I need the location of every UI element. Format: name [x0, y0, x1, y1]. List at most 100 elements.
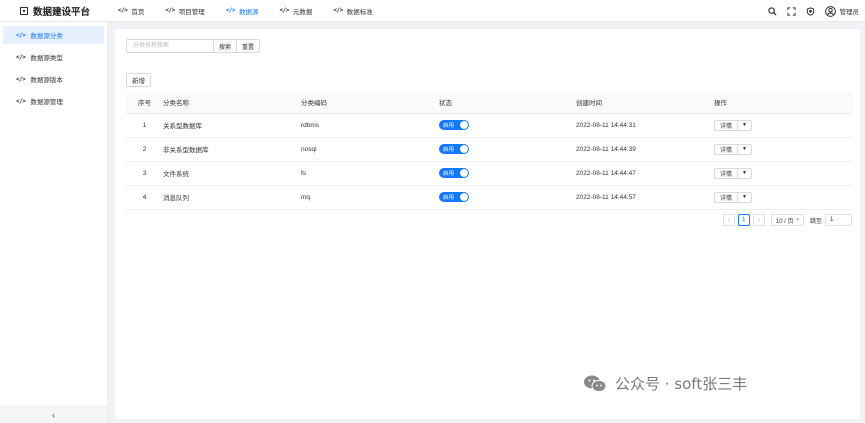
page-number-button[interactable]: 1 [737, 214, 750, 226]
created-time: 2022-08-11 14:44:57 [576, 185, 714, 210]
status-label: 启用 [443, 171, 455, 177]
detail-dropdown[interactable]: 详情 ▼ [714, 167, 752, 179]
category-code: nosql [301, 137, 439, 162]
table-row: 3 文件系统 fs 启用 2022-08-11 14:44:47 详情 ▼ [126, 161, 853, 186]
code-icon: </> [16, 75, 26, 83]
table-row: 4 消息队列 mq 启用 2022-08-11 14:44:57 详情 ▼ [126, 185, 853, 210]
sidebar-item-label: 数据源管理 [30, 99, 63, 106]
reset-button[interactable]: 重置 [237, 39, 261, 53]
detail-button[interactable]: 详情 [715, 144, 739, 154]
created-time: 2022-08-11 14:44:39 [576, 137, 714, 162]
app-title: 数据建设平台 [33, 6, 91, 18]
table-row: 2 非关系型数据库 nosql 启用 2022-08-11 14:44:39 详… [126, 137, 853, 162]
row-index: 1 [126, 113, 163, 138]
status-toggle[interactable]: 启用 [439, 120, 469, 130]
detail-dropdown[interactable]: 详情 ▼ [714, 191, 752, 203]
column-header: 分类编码 [301, 92, 439, 114]
caret-down-icon[interactable]: ▼ [738, 194, 751, 200]
sidebar-item-category[interactable]: </> 数据源分类 [3, 26, 104, 44]
column-header: 创建时间 [576, 92, 714, 114]
prev-page-button[interactable]: ‹ [722, 214, 735, 226]
detail-button[interactable]: 详情 [715, 168, 739, 178]
top-header: 数据建设平台 </> 首页 </> 项目管理 </> 数据源 </> 元数据 <… [0, 0, 865, 22]
category-code: fs [301, 161, 439, 186]
code-icon: </> [333, 7, 343, 14]
column-header: 序号 [126, 92, 163, 114]
code-icon: </> [279, 7, 290, 14]
detail-button[interactable]: 详情 [715, 192, 739, 202]
header-actions: 管理员 [759, 0, 860, 22]
detail-button[interactable]: 详情 [715, 120, 739, 130]
add-button[interactable]: 新增 [126, 73, 151, 87]
avatar-icon[interactable] [825, 5, 837, 17]
logo-icon [20, 6, 28, 15]
next-page-button[interactable]: › [752, 214, 765, 226]
table-header-row: 序号 分类名称 分类编码 状态 创建时间 操作 [126, 92, 853, 114]
fullscreen-icon[interactable] [787, 6, 797, 16]
sidebar: </> 数据源分类 </> 数据源类型 </> 数据源版本 </> 数据源管理 … [0, 22, 108, 423]
topnav-metadata[interactable]: </> 元数据 [270, 0, 324, 22]
chevron-down-icon: ▾ [796, 217, 799, 223]
code-icon: </> [118, 7, 128, 14]
sidebar-item-label: 数据源版本 [30, 77, 63, 84]
table-row: 1 关系型数据库 rdbms 启用 2022-08-11 14:44:31 详情… [126, 113, 853, 138]
code-icon: </> [16, 53, 26, 61]
detail-dropdown[interactable]: 详情 ▼ [714, 143, 752, 155]
sidebar-item-label: 数据源类型 [30, 55, 63, 62]
column-header: 操作 [714, 92, 853, 114]
category-name: 文件系统 [163, 161, 301, 186]
category-table: 序号 分类名称 分类编码 状态 创建时间 操作 1 关系型数据库 rdbms 启… [126, 92, 853, 210]
topnav-label: 项目管理 [178, 8, 205, 16]
toggle-knob [460, 121, 468, 129]
pagination: ‹ 1 › 10 / 页 ▾ 跳至 1 [720, 214, 852, 226]
watermark-text: 公众号 · soft张三丰 [615, 375, 748, 393]
created-time: 2022-08-11 14:44:47 [576, 161, 714, 186]
topnav-datasource[interactable]: </> 数据源 [216, 0, 270, 22]
category-code: mq [301, 185, 439, 210]
app-logo[interactable]: 数据建设平台 [0, 0, 108, 22]
code-icon: </> [165, 7, 175, 14]
page-size-select[interactable]: 10 / 页 ▾ [770, 214, 804, 226]
category-name: 消息队列 [163, 185, 301, 210]
status-label: 启用 [443, 123, 455, 129]
sidebar-item-version[interactable]: </> 数据源版本 [3, 70, 104, 88]
toggle-knob [460, 145, 468, 153]
caret-down-icon[interactable]: ▼ [738, 122, 751, 128]
code-icon: </> [16, 31, 26, 39]
user-name[interactable]: 管理员 [840, 6, 860, 16]
status-toggle[interactable]: 启用 [439, 144, 469, 154]
code-icon: </> [225, 7, 236, 14]
sidebar-item-label: 数据源分类 [30, 33, 63, 40]
toggle-knob [460, 169, 468, 177]
chevron-left-icon: ‹ [52, 410, 55, 420]
toggle-knob [460, 193, 468, 201]
status-label: 启用 [443, 195, 455, 201]
caret-down-icon[interactable]: ▼ [738, 146, 751, 152]
topnav-label: 首页 [131, 8, 145, 16]
search-button[interactable]: 搜索 [214, 39, 238, 53]
sidebar-item-management[interactable]: </> 数据源管理 [3, 92, 104, 110]
main-panel: 搜索 重置 新增 序号 分类名称 分类编码 状态 创建时间 操作 1 关系型数据… [115, 29, 860, 419]
column-header: 分类名称 [163, 92, 301, 114]
caret-down-icon[interactable]: ▼ [738, 170, 751, 176]
search-icon[interactable] [768, 6, 778, 16]
topnav-home[interactable]: </> 首页 [108, 0, 155, 22]
search-input[interactable] [126, 39, 214, 53]
row-index: 2 [126, 137, 163, 162]
top-nav: </> 首页 </> 项目管理 </> 数据源 </> 元数据 </> 数据标准 [108, 0, 384, 22]
code-icon: </> [16, 97, 26, 105]
status-toggle[interactable]: 启用 [439, 192, 469, 202]
topnav-label: 数据标准 [346, 8, 373, 16]
topnav-projects[interactable]: </> 项目管理 [155, 0, 215, 22]
detail-dropdown[interactable]: 详情 ▼ [714, 119, 752, 131]
sidebar-item-type[interactable]: </> 数据源类型 [3, 48, 104, 66]
shield-icon[interactable] [806, 6, 816, 16]
row-index: 3 [126, 161, 163, 186]
column-header: 状态 [439, 92, 576, 114]
topnav-standards[interactable]: </> 数据标准 [323, 0, 383, 22]
topnav-label: 数据源 [239, 8, 259, 16]
jump-input[interactable]: 1 [825, 214, 852, 226]
status-toggle[interactable]: 启用 [439, 168, 469, 178]
topnav-label: 元数据 [292, 8, 313, 16]
sidebar-collapse-button[interactable]: ‹ [0, 406, 107, 423]
